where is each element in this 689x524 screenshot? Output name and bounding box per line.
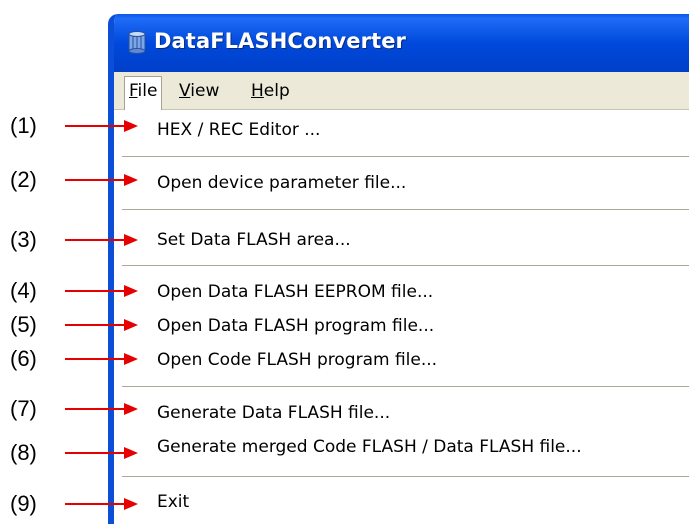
menu-item-generate-merged-file[interactable]: Generate merged Code FLASH / Data FLASH … <box>157 437 582 457</box>
menu-item-open-device-parameter-file[interactable]: Open device parameter file... <box>157 173 406 193</box>
page: DataFLASHConverter File View Help HEX / … <box>0 0 689 524</box>
menu-separator <box>122 386 689 388</box>
window-title: DataFLASHConverter <box>154 29 407 53</box>
menu-item-exit[interactable]: Exit <box>157 492 189 512</box>
menu-help[interactable]: Help <box>251 81 290 101</box>
menu-item-open-data-flash-program-file[interactable]: Open Data FLASH program file... <box>157 316 434 336</box>
menu-item-open-code-flash-program-file[interactable]: Open Code FLASH program file... <box>157 350 437 370</box>
callout-label-4: (4) <box>10 278 37 303</box>
file-menu-dropdown: HEX / REC Editor ... Open device paramet… <box>114 110 689 524</box>
callout-label-2: (2) <box>10 167 37 192</box>
app-window: DataFLASHConverter File View Help HEX / … <box>108 14 689 524</box>
menu-separator <box>122 265 689 267</box>
menu-item-generate-data-flash-file[interactable]: Generate Data FLASH file... <box>157 403 390 423</box>
callout-label-7: (7) <box>10 396 37 421</box>
callout-label-8: (8) <box>10 440 37 465</box>
menu-view-mnemonic: V <box>179 81 191 101</box>
menu-help-mnemonic: H <box>251 81 264 101</box>
callout-label-5: (5) <box>10 312 37 337</box>
callout-label-3: (3) <box>10 227 37 252</box>
callout-label-9: (9) <box>10 491 37 516</box>
menu-view[interactable]: View <box>179 81 219 101</box>
callout-label-1: (1) <box>10 113 37 138</box>
callout-label-6: (6) <box>10 346 37 371</box>
menu-separator <box>122 476 689 478</box>
menu-help-label: elp <box>263 81 290 101</box>
menu-view-label: iew <box>190 81 220 101</box>
menu-file[interactable]: File <box>124 76 163 110</box>
menu-item-hex-rec-editor[interactable]: HEX / REC Editor ... <box>157 120 320 140</box>
menu-file-mnemonic: F <box>129 81 138 101</box>
menu-item-set-data-flash-area[interactable]: Set Data FLASH area... <box>157 230 351 250</box>
title-bar[interactable]: DataFLASHConverter <box>114 14 689 72</box>
menu-separator <box>122 209 689 211</box>
menu-item-open-data-flash-eeprom-file[interactable]: Open Data FLASH EEPROM file... <box>157 282 433 302</box>
menu-file-label: ile <box>137 81 158 101</box>
menu-bar: File View Help <box>114 72 689 110</box>
menu-separator <box>122 156 689 158</box>
app-icon <box>128 31 146 54</box>
